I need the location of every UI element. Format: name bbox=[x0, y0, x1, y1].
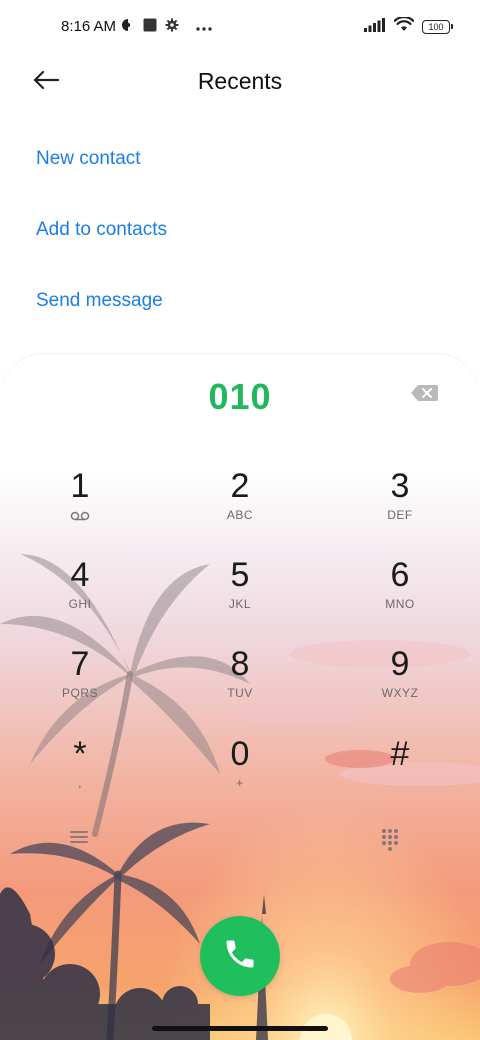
key-letters: WXYZ bbox=[381, 686, 419, 700]
phone-icon bbox=[222, 936, 258, 977]
key-letters: DEF bbox=[387, 508, 413, 522]
key-star[interactable]: * , bbox=[20, 734, 140, 814]
voicemail-icon bbox=[20, 508, 140, 526]
key-digit: 0 bbox=[230, 735, 250, 773]
app-bar: Recents bbox=[0, 56, 480, 108]
add-to-contacts-link[interactable]: Add to contacts bbox=[36, 219, 167, 241]
key-6[interactable]: 6 MNO bbox=[340, 555, 460, 635]
status-right-icons: 100 bbox=[364, 15, 453, 37]
status-bar: 8:16 AM 100 bbox=[0, 0, 480, 56]
backspace-icon bbox=[410, 385, 438, 406]
key-digit: 3 bbox=[390, 467, 410, 505]
key-digit: 6 bbox=[390, 556, 410, 594]
menu-button[interactable] bbox=[68, 828, 100, 860]
dialed-number: 010 bbox=[208, 376, 272, 417]
key-hash[interactable]: # bbox=[340, 734, 460, 814]
vpn-icon bbox=[121, 18, 135, 37]
dialpad-toggle-button[interactable] bbox=[380, 828, 412, 860]
settings-gear-icon bbox=[165, 18, 179, 37]
signal-icon bbox=[364, 17, 386, 37]
status-left-icons bbox=[121, 18, 213, 37]
key-letters: + bbox=[236, 776, 244, 790]
battery-level: 100 bbox=[428, 22, 444, 32]
key-9[interactable]: 9 WXYZ bbox=[340, 644, 460, 724]
send-message-link[interactable]: Send message bbox=[36, 290, 163, 312]
key-5[interactable]: 5 JKL bbox=[180, 555, 300, 635]
key-digit: 1 bbox=[70, 467, 90, 505]
key-digit: 7 bbox=[70, 645, 90, 683]
key-letters: MNO bbox=[385, 597, 415, 611]
dialer-screen: 8:16 AM 100 Recents New contact Add to c… bbox=[0, 0, 480, 1040]
key-digit: 2 bbox=[230, 467, 250, 505]
key-letters: , bbox=[78, 776, 82, 790]
page-title: Recents bbox=[197, 68, 283, 94]
key-digit: 8 bbox=[230, 645, 250, 683]
key-letters: PQRS bbox=[61, 686, 98, 700]
home-indicator[interactable] bbox=[152, 1026, 328, 1031]
status-time: 8:16 AM bbox=[61, 18, 117, 35]
dialer-panel: 010 1 2 ABC 3 DEF 4 GHI 5 JKL 6 MNO 7 PQ… bbox=[0, 354, 480, 1040]
dialpad-icon bbox=[380, 829, 400, 856]
key-letters: TUV bbox=[227, 686, 253, 700]
key-digit: * bbox=[73, 735, 87, 773]
new-contact-link[interactable]: New contact bbox=[36, 148, 141, 170]
key-digit: # bbox=[390, 735, 410, 773]
key-7[interactable]: 7 PQRS bbox=[20, 644, 140, 724]
square-notification-icon bbox=[143, 18, 157, 37]
key-8[interactable]: 8 TUV bbox=[180, 644, 300, 724]
key-digit: 9 bbox=[390, 645, 410, 683]
key-2[interactable]: 2 ABC bbox=[180, 466, 300, 546]
key-3[interactable]: 3 DEF bbox=[340, 466, 460, 546]
key-4[interactable]: 4 GHI bbox=[20, 555, 140, 635]
key-letters: GHI bbox=[68, 597, 92, 611]
call-button[interactable] bbox=[200, 916, 280, 996]
key-digit: 4 bbox=[70, 556, 90, 594]
backspace-button[interactable] bbox=[410, 384, 446, 408]
key-0[interactable]: 0 + bbox=[180, 734, 300, 814]
more-dots-icon bbox=[195, 19, 213, 37]
key-letters: ABC bbox=[226, 508, 254, 522]
wifi-icon bbox=[393, 15, 415, 37]
key-digit: 5 bbox=[230, 556, 250, 594]
battery-icon: 100 bbox=[422, 20, 453, 34]
key-letters: JKL bbox=[228, 597, 252, 611]
menu-icon bbox=[68, 831, 90, 850]
key-1[interactable]: 1 bbox=[20, 466, 140, 546]
